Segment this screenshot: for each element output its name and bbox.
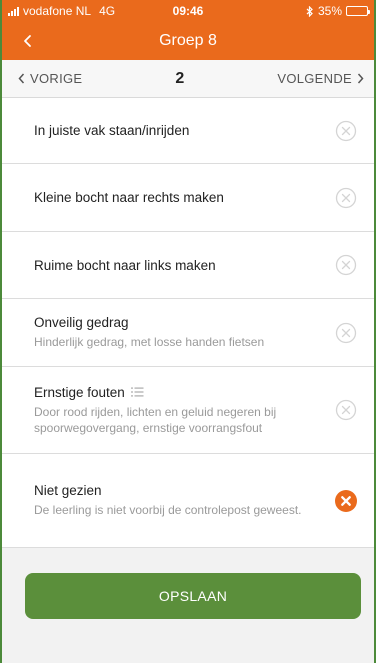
x-circle-icon[interactable] [335,187,357,209]
item-title-text: Niet gezien [34,483,102,498]
pager-bar: VORIGE 2 VOLGENDE [2,60,374,98]
x-circle-filled-icon[interactable] [335,489,357,512]
list-item[interactable]: Kleine bocht naar rechts maken [2,164,374,232]
list-item[interactable]: In juiste vak staan/inrijden [2,98,374,164]
chevron-left-icon [24,35,31,47]
chevron-left-icon [18,73,25,84]
item-title-text: In juiste vak staan/inrijden [34,123,190,138]
status-left: vodafone NL 4G [8,4,115,18]
battery-icon [346,6,370,16]
item-title: In juiste vak staan/inrijden [34,123,314,138]
previous-button[interactable]: VORIGE [18,71,82,86]
item-title: Onveilig gedrag [34,315,314,330]
item-subtitle: De leerling is niet voorbij de controlep… [34,503,302,517]
list-item[interactable]: Ernstige fouten Door rood rijden, lichte… [2,367,374,454]
x-circle-icon[interactable] [335,120,357,142]
signal-icon [8,6,19,16]
list-item[interactable]: Niet gezien De leerling is niet voorbij … [2,454,374,548]
status-bar: vodafone NL 4G 09:46 35% [2,0,374,22]
previous-label: VORIGE [30,71,83,86]
next-button[interactable]: VOLGENDE [277,71,364,86]
list-icon[interactable] [130,387,144,397]
carrier-name: vodafone NL [23,4,92,18]
item-title: Niet gezien [34,483,314,498]
x-circle-icon[interactable] [335,399,357,421]
item-title-text: Ruime bocht naar links maken [34,257,216,273]
app-header: vodafone NL 4G 09:46 35% Groep 8 [2,0,374,60]
item-title-text: Ernstige fouten [34,384,125,400]
item-title-text: Onveilig gedrag [34,315,129,330]
nav-bar: Groep 8 [2,22,374,60]
x-circle-icon[interactable] [335,322,357,344]
battery-percent: 35% [317,4,342,18]
network-type: 4G [99,4,116,18]
item-title: Ruime bocht naar links maken [34,258,314,273]
status-right: 35% [306,4,370,18]
item-subtitle: Hinderlijk gedrag, met losse handen fiet… [34,335,265,349]
app-frame: vodafone NL 4G 09:46 35% Groep 8 VORIGE … [2,0,374,663]
footer: OPSLAAN [2,548,374,632]
x-circle-icon[interactable] [335,254,357,276]
item-title: Ernstige fouten [34,385,314,400]
list-item[interactable]: Onveilig gedrag Hinderlijk gedrag, met l… [2,299,374,367]
page-title: Groep 8 [159,32,217,49]
chevron-right-icon [357,73,364,84]
bluetooth-icon [306,5,313,17]
item-title: Kleine bocht naar rechts maken [34,190,314,205]
criteria-list: In juiste vak staan/inrijden Kleine boch… [2,98,374,548]
list-item[interactable]: Ruime bocht naar links maken [2,232,374,299]
next-label: VOLGENDE [277,71,352,86]
item-subtitle: Door rood rijden, lichten en geluid nege… [34,404,277,435]
item-title-text: Kleine bocht naar rechts maken [34,190,224,205]
save-button[interactable]: OPSLAAN [25,573,361,619]
page-number: 2 [175,69,185,87]
back-button[interactable] [16,29,40,53]
